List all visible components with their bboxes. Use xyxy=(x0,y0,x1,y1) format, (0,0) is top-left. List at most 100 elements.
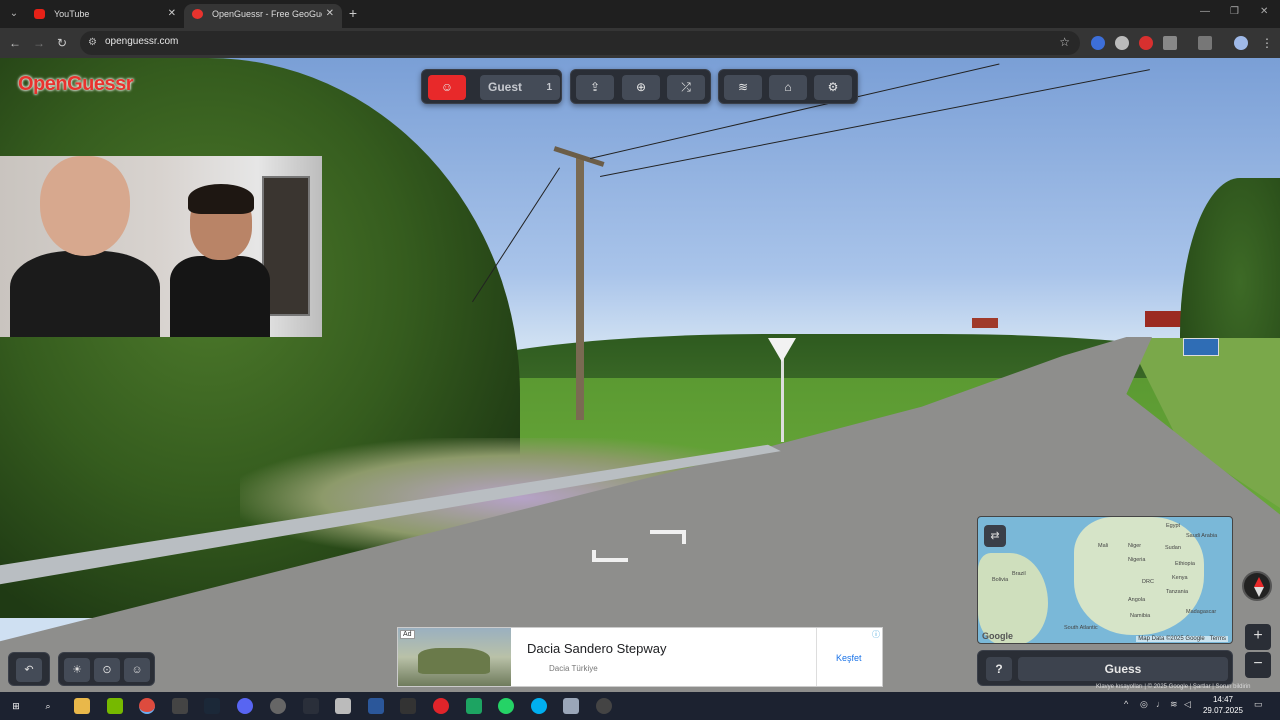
map-terms-link[interactable]: Terms xyxy=(1210,636,1226,642)
bug-report-button[interactable]: ☀ xyxy=(64,658,90,682)
shield-icon[interactable] xyxy=(1115,36,1129,50)
guest-name-field[interactable]: Guest 1 xyxy=(480,75,560,100)
back-icon[interactable]: ← xyxy=(6,34,24,52)
app-icon[interactable] xyxy=(303,698,319,714)
guess-minimap[interactable]: Egypt Saudi Arabia Mali Niger Sudan Nige… xyxy=(977,516,1233,644)
nvidia-icon[interactable] xyxy=(107,698,123,714)
puzzle-icon[interactable] xyxy=(1163,36,1177,50)
layers-button[interactable]: ≋ xyxy=(724,75,762,100)
notepad-icon[interactable] xyxy=(563,698,579,714)
profile-avatar[interactable] xyxy=(1234,36,1248,50)
ad-title[interactable]: Dacia Sandero Stepway xyxy=(527,641,666,656)
volume-icon[interactable]: ◁ xyxy=(1184,699,1191,710)
whatsapp-icon[interactable] xyxy=(498,698,514,714)
extension-icon[interactable] xyxy=(1091,36,1105,50)
search-icon[interactable]: ⌕ xyxy=(40,698,56,714)
upload-icon: ⇪ xyxy=(589,80,601,94)
openguessr-favicon-icon xyxy=(192,9,203,19)
close-window-icon[interactable]: ✕ xyxy=(1260,6,1268,17)
taskbar-clock[interactable]: 14:47 29.07.2025 xyxy=(1198,694,1248,716)
wifi-icon[interactable]: ≋ xyxy=(1170,699,1178,710)
openguessr-logo[interactable]: OpenGuessr xyxy=(18,73,134,96)
microphone-icon[interactable]: ♩ xyxy=(1156,699,1165,709)
map-label: Bolivia xyxy=(992,577,1009,583)
map-label: Saudi Arabia xyxy=(1186,533,1218,539)
menu-kebab-icon[interactable]: ⋮ xyxy=(1258,34,1276,52)
site-info-icon[interactable]: ⚙ xyxy=(88,36,102,50)
close-tab-icon[interactable]: ✕ xyxy=(326,4,334,24)
settings-button[interactable]: ⚙ xyxy=(814,75,852,100)
google-drive-icon[interactable] xyxy=(466,698,482,714)
yield-sign xyxy=(768,338,796,362)
settings-toolbar: ≋ ⌂ ⚙ xyxy=(718,69,858,104)
reload-icon[interactable]: ↻ xyxy=(53,34,71,52)
minimap-expand-button[interactable]: ⇄ xyxy=(984,525,1006,547)
recording-icon[interactable] xyxy=(1139,36,1153,50)
webcam-person-left xyxy=(10,156,160,337)
epic-games-icon[interactable] xyxy=(172,698,188,714)
add-user-button[interactable]: ☺ xyxy=(428,75,466,100)
calculator-icon[interactable] xyxy=(335,698,351,714)
swap-arrows-icon: ⇄ xyxy=(990,530,1000,542)
street-view-footer: Klavye kısayolları | © 2025 Google | Şar… xyxy=(1096,684,1251,690)
ad-info-icon[interactable]: ⓘ xyxy=(872,629,880,640)
start-windows-icon[interactable]: ⊞ xyxy=(8,698,24,714)
maximize-icon[interactable]: ❐ xyxy=(1230,6,1239,17)
guess-button[interactable]: Guess xyxy=(1018,657,1228,681)
shuffle-button[interactable]: ⤮ xyxy=(667,75,705,100)
ad-cta-link[interactable]: Keşfet xyxy=(836,653,862,663)
player-toolbar: ☺ Guest 1 xyxy=(421,69,562,104)
notifications-icon[interactable]: ▭ xyxy=(1254,699,1263,710)
map-label: Brazil xyxy=(1012,571,1026,577)
opera-icon[interactable] xyxy=(433,698,449,714)
ad-banner[interactable]: Ad Dacia Sandero Stepway Dacia Türkiye K… xyxy=(397,627,883,687)
tab-search-icon[interactable]: ⌄ xyxy=(4,4,24,24)
webcam-person-right xyxy=(150,176,270,337)
capcut-icon[interactable] xyxy=(400,698,416,714)
map-label: Namibia xyxy=(1130,613,1151,619)
red-house xyxy=(972,318,998,328)
network-icon[interactable]: ◎ xyxy=(1140,699,1148,710)
map-label: Tanzania xyxy=(1166,589,1189,595)
address-bar[interactable]: ⚙ openguessr.com ☆ xyxy=(80,31,1080,55)
chrome-icon[interactable] xyxy=(139,698,155,714)
tab-title: OpenGuessr - Free GeoGuessr Alternative xyxy=(212,9,322,19)
close-tab-icon[interactable]: ✕ xyxy=(168,4,176,24)
layers-icon: ≋ xyxy=(737,80,749,94)
youtube-favicon-icon xyxy=(34,9,45,19)
help-button[interactable]: ? xyxy=(986,657,1012,681)
forward-icon[interactable]: → xyxy=(30,34,48,52)
windows-taskbar: ⊞ ⌕ ^ ◎ ♩ ≋ ◁ 14:47 29.07.2025 ▭ xyxy=(0,692,1280,720)
steam-icon[interactable] xyxy=(204,698,220,714)
side-panel-icon[interactable] xyxy=(1198,36,1212,50)
map-label: Sudan xyxy=(1165,545,1181,551)
game-toolbar: ⇪ ⊕ ⤮ xyxy=(570,69,711,104)
discord-taskbar-icon[interactable] xyxy=(237,698,253,714)
tray-chevron-icon[interactable]: ^ xyxy=(1124,699,1128,709)
education-button[interactable]: ⌂ xyxy=(769,75,807,100)
file-explorer-icon[interactable] xyxy=(74,698,90,714)
compass-icon[interactable] xyxy=(1242,571,1272,601)
sign-post xyxy=(781,358,784,442)
gamepad-button[interactable]: ⊕ xyxy=(622,75,660,100)
zoom-in-button[interactable]: + xyxy=(1245,624,1271,650)
tab-youtube[interactable]: YouTube ✕ xyxy=(26,4,184,28)
skype-icon[interactable] xyxy=(531,698,547,714)
discord-button[interactable]: ⊙ xyxy=(94,658,120,682)
road-marking xyxy=(592,550,628,562)
map-label: Madagascar xyxy=(1186,609,1217,615)
obs-icon[interactable] xyxy=(270,698,286,714)
new-tab-button[interactable]: + xyxy=(344,4,362,24)
zoom-out-button[interactable]: − xyxy=(1245,652,1271,678)
office-icon[interactable] xyxy=(368,698,384,714)
bookmark-star-icon[interactable]: ☆ xyxy=(1059,35,1070,49)
openguessr-app-icon[interactable] xyxy=(596,698,612,714)
ad-label: Ad xyxy=(400,630,415,639)
minimize-icon[interactable]: — xyxy=(1200,6,1210,17)
guest-name-label: Guest xyxy=(488,80,523,94)
car-image xyxy=(418,648,490,674)
reddit-button[interactable]: ☺ xyxy=(124,658,150,682)
upload-button[interactable]: ⇪ xyxy=(576,75,614,100)
return-button[interactable]: ↶ xyxy=(16,658,42,682)
tab-openguessr[interactable]: OpenGuessr - Free GeoGuessr Alternative … xyxy=(184,4,342,28)
